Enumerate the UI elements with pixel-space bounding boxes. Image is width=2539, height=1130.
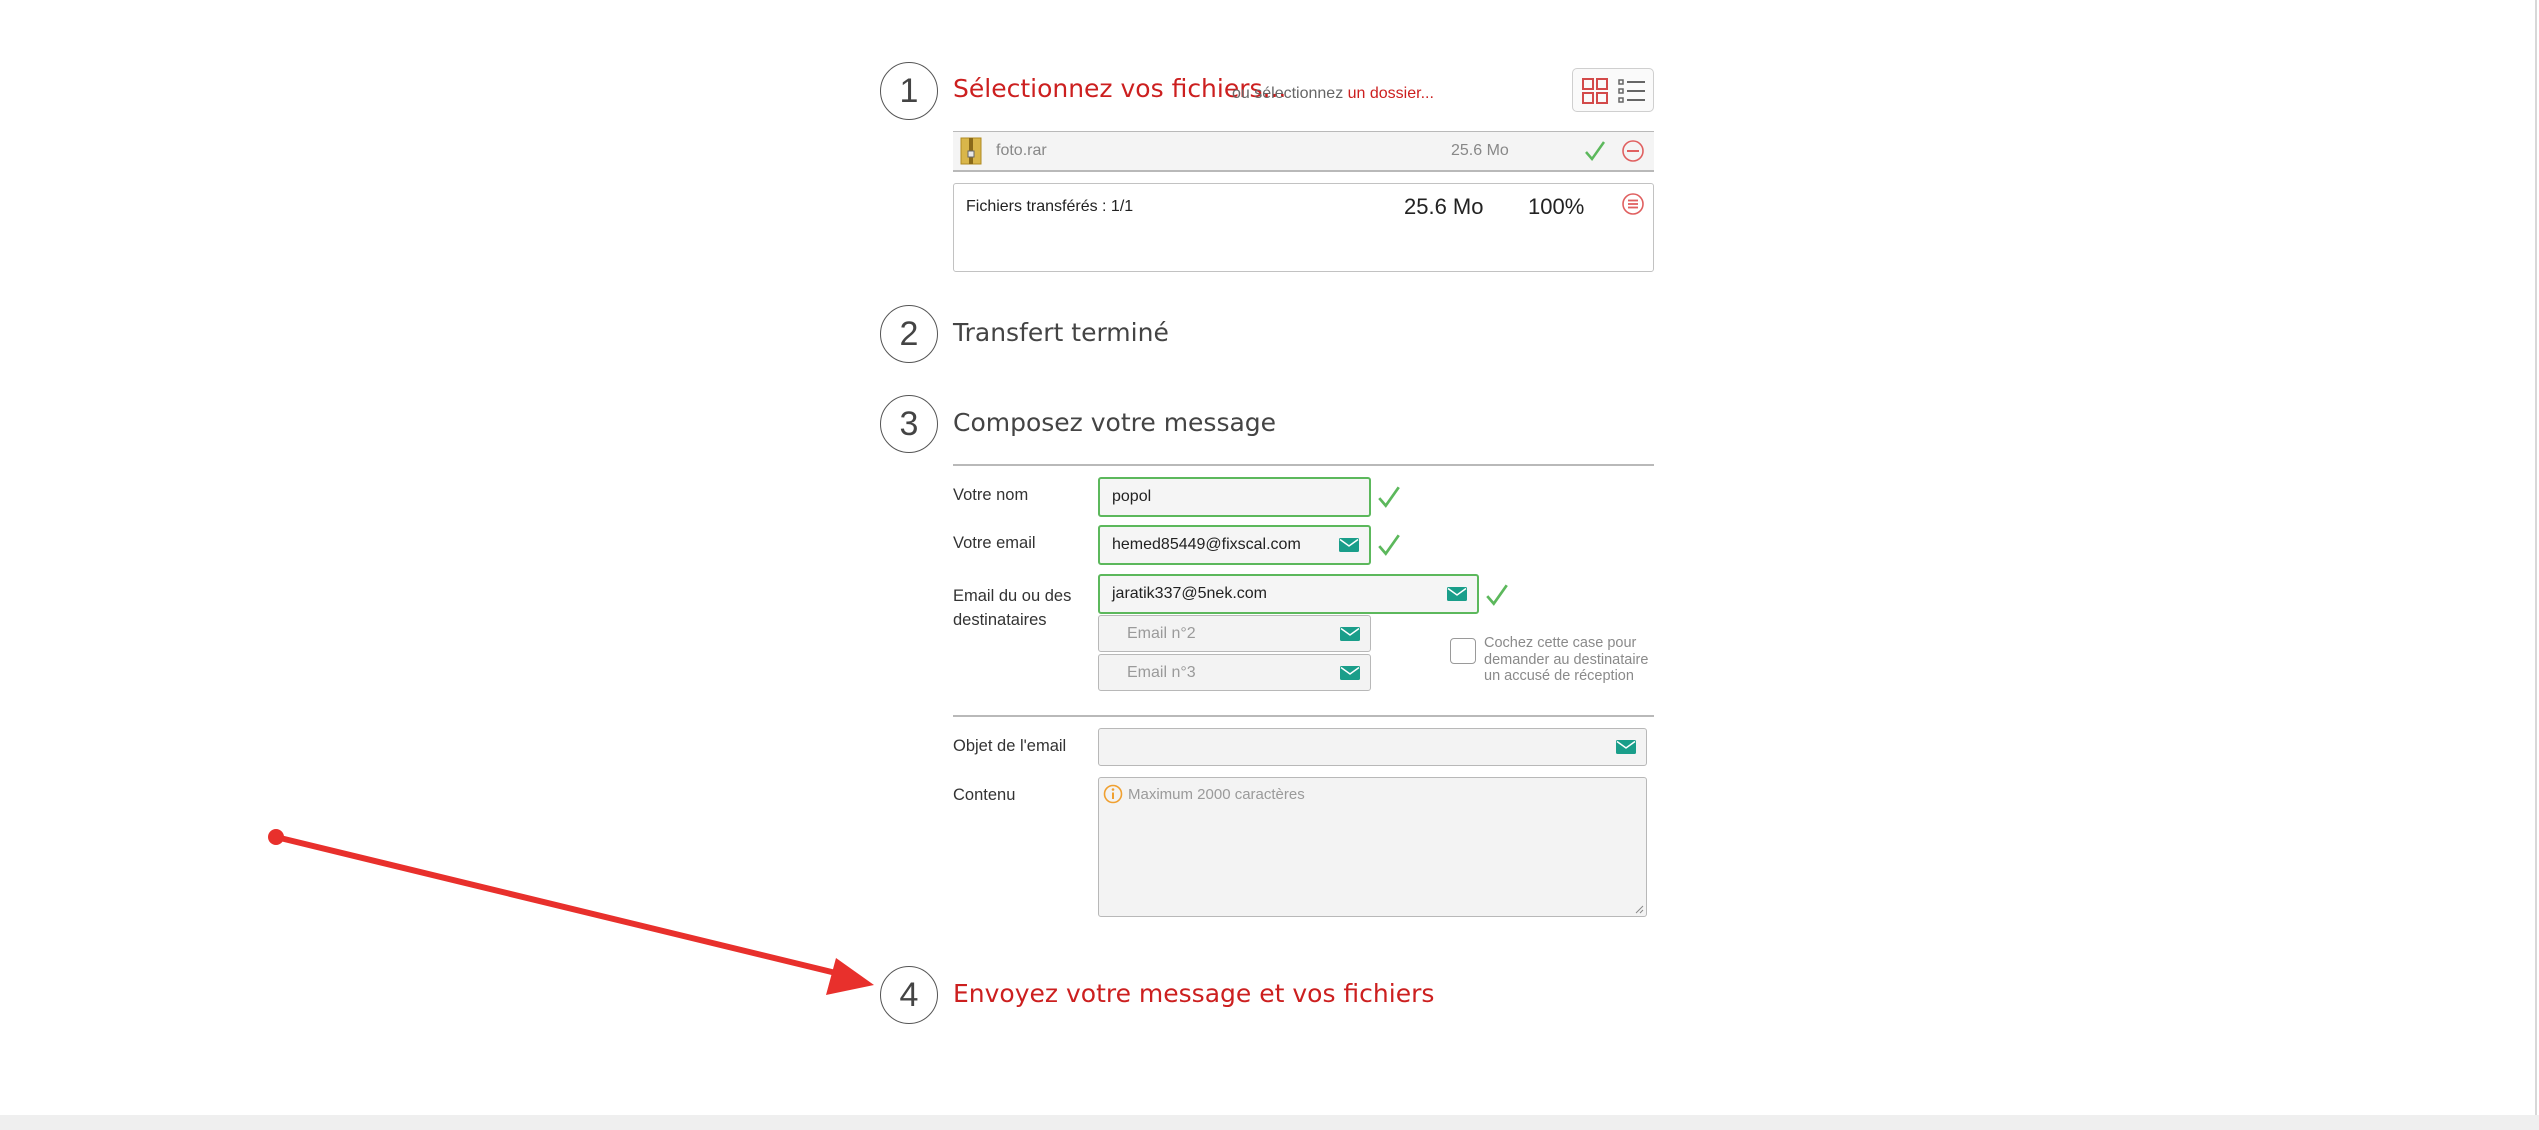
mail-icon bbox=[1339, 538, 1359, 552]
step-1-number: 1 bbox=[899, 71, 919, 110]
email-value: hemed85449@fixscal.com bbox=[1112, 536, 1301, 553]
transfer-summary-box: Fichiers transférés : 1/1 25.6 Mo 100% bbox=[953, 183, 1654, 272]
annotation-arrow-head bbox=[826, 958, 874, 995]
recipient-2-placeholder: Email n°2 bbox=[1127, 624, 1196, 642]
mail-icon bbox=[1616, 740, 1636, 754]
step-2-circle: 2 bbox=[880, 305, 938, 363]
content-placeholder: Maximum 2000 caractères bbox=[1128, 786, 1305, 803]
read-receipt-line-2: demander au destinataire bbox=[1484, 651, 1649, 668]
file-row: foto.rar 25.6 Mo bbox=[953, 132, 1654, 170]
recipients-label-line-2: destinataires bbox=[953, 611, 1047, 629]
name-label: Votre nom bbox=[953, 486, 1029, 504]
file-size: 25.6 Mo bbox=[1451, 142, 1509, 159]
step-3-circle: 3 bbox=[880, 395, 938, 453]
grid-view-icon[interactable] bbox=[1581, 77, 1609, 105]
compose-message-title: Composez votre message bbox=[953, 408, 1277, 437]
recipient-2-input[interactable]: Email n°2 bbox=[1098, 615, 1371, 652]
list-view-icon[interactable] bbox=[1617, 77, 1647, 105]
or-select-text: ou sélectionnez bbox=[1232, 85, 1344, 102]
name-input[interactable]: popol bbox=[1098, 477, 1371, 517]
remove-file-icon[interactable] bbox=[1621, 139, 1645, 163]
content-label: Contenu bbox=[953, 786, 1016, 804]
annotation-arrow-shaft bbox=[273, 834, 843, 977]
page-footer-bar bbox=[0, 1115, 2539, 1130]
transfer-count-label: Fichiers transférés : 1/1 bbox=[966, 198, 1134, 215]
send-message-button[interactable]: Envoyez votre message et vos fichiers bbox=[953, 979, 1434, 1008]
mail-icon bbox=[1447, 587, 1467, 601]
transfer-percent: 100% bbox=[1528, 194, 1585, 219]
email-valid-check-icon bbox=[1378, 534, 1400, 556]
step-4-number: 4 bbox=[899, 975, 919, 1014]
recipient-1-input[interactable]: jaratik337@5nek.com bbox=[1098, 574, 1479, 614]
name-valid-check-icon bbox=[1378, 486, 1400, 508]
read-receipt-line-3: un accusé de réception bbox=[1484, 668, 1634, 684]
mail-icon bbox=[1340, 665, 1360, 680]
vertical-scrollbar[interactable] bbox=[2535, 0, 2537, 1115]
read-receipt-label: Cochez cette case pour demander au desti… bbox=[1484, 635, 1648, 685]
transfer-menu-icon[interactable] bbox=[1621, 192, 1645, 216]
view-toggle bbox=[1572, 68, 1654, 112]
compose-divider bbox=[953, 464, 1654, 466]
file-list-bottom-divider bbox=[953, 170, 1654, 172]
recipients-label: Email du ou des destinataires bbox=[953, 584, 1071, 632]
recipient-1-valid-check-icon bbox=[1486, 584, 1508, 606]
subject-label: Objet de l'email bbox=[953, 737, 1067, 755]
mail-icon bbox=[1340, 626, 1360, 641]
select-folder-hint: ou sélectionnez un dossier... bbox=[1232, 85, 1434, 103]
content-textarea[interactable]: Maximum 2000 caractères bbox=[1098, 777, 1647, 917]
file-name: foto.rar bbox=[996, 142, 1047, 159]
step-2-number: 2 bbox=[899, 314, 919, 353]
recipient-3-input[interactable]: Email n°3 bbox=[1098, 654, 1371, 691]
select-folder-link[interactable]: un dossier... bbox=[1348, 85, 1434, 102]
recipients-label-line-1: Email du ou des bbox=[953, 587, 1072, 605]
recipient-3-placeholder: Email n°3 bbox=[1127, 663, 1196, 681]
recipient-1-value: jaratik337@5nek.com bbox=[1112, 585, 1267, 602]
info-icon bbox=[1103, 784, 1123, 804]
read-receipt-checkbox[interactable] bbox=[1450, 638, 1476, 664]
resize-handle-icon[interactable] bbox=[1634, 904, 1644, 914]
annotation-arrow-start-dot bbox=[268, 829, 284, 845]
transfer-total-size: 25.6 Mo bbox=[1404, 194, 1484, 219]
file-success-check-icon bbox=[1585, 141, 1606, 162]
subject-input[interactable] bbox=[1098, 728, 1647, 766]
subject-divider bbox=[953, 715, 1654, 717]
email-input[interactable]: hemed85449@fixscal.com bbox=[1098, 525, 1371, 565]
step-4-circle: 4 bbox=[880, 966, 938, 1024]
archive-file-icon bbox=[960, 137, 982, 165]
step-1-circle: 1 bbox=[880, 62, 938, 120]
step-3-number: 3 bbox=[899, 404, 919, 443]
email-label: Votre email bbox=[953, 534, 1036, 552]
read-receipt-line-1: Cochez cette case pour bbox=[1484, 635, 1637, 651]
name-value: popol bbox=[1112, 488, 1152, 505]
transfer-complete-title: Transfert terminé bbox=[953, 318, 1169, 347]
